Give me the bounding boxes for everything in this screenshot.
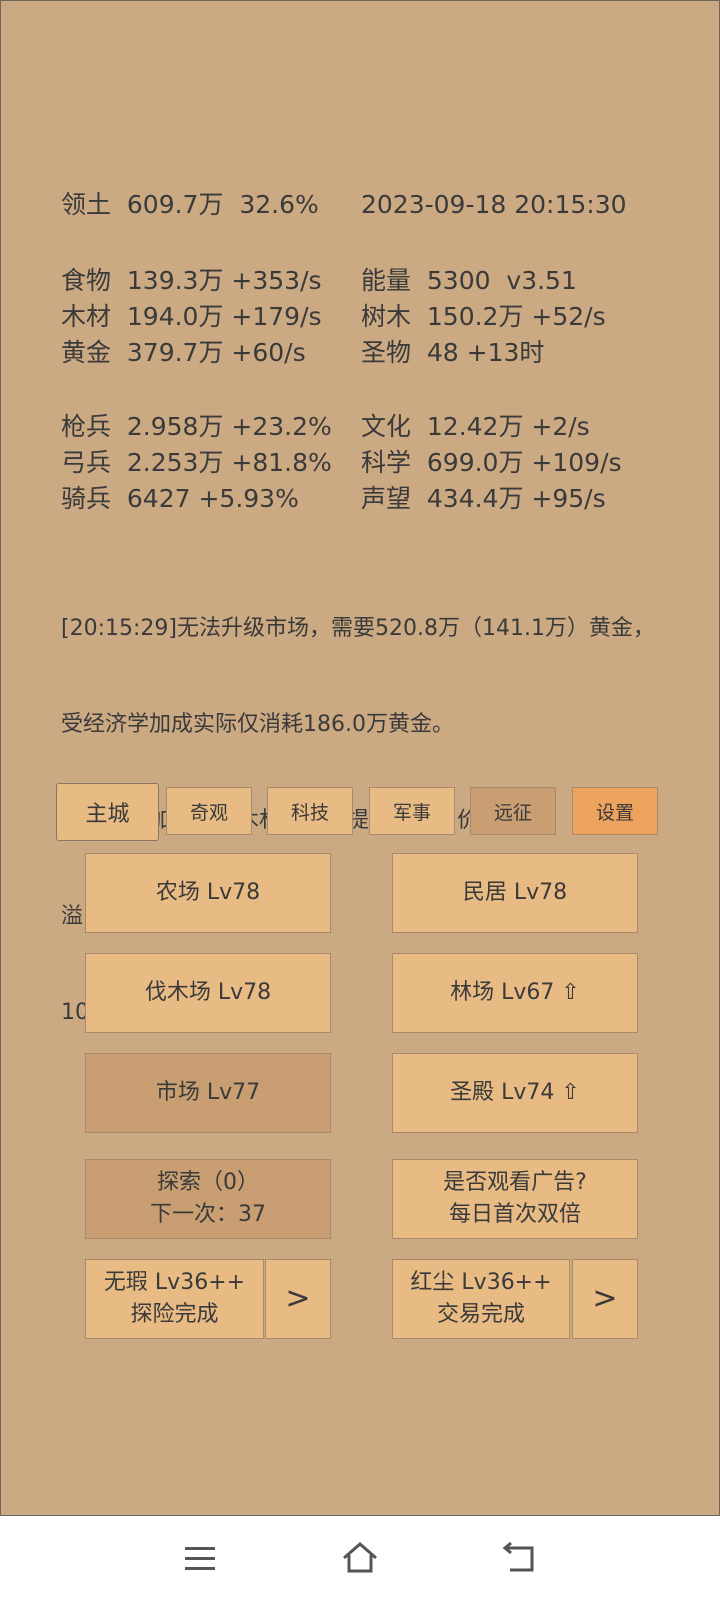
tab-tech[interactable]: 科技 [267, 787, 353, 835]
watch-ad-label: 是否观看广告? [443, 1170, 587, 1195]
tab-military[interactable]: 军事 [369, 787, 455, 835]
hero-hongchen-name: 红尘 Lv36++ [410, 1270, 552, 1295]
game-screen: 领土 609.7万 32.6% 2023-09-18 20:15:30 食物 1… [0, 0, 720, 1516]
lumber-mill-button[interactable]: 伐木场 Lv78 [85, 953, 331, 1033]
territory-stat: 领土 609.7万 32.6% [61, 190, 319, 219]
hero-wuxia-name: 无瑕 Lv36++ [103, 1270, 246, 1295]
tab-main-city[interactable]: 主城 [56, 783, 159, 841]
home-icon[interactable] [340, 1538, 380, 1578]
forest-farm-label: 林场 Lv67 ⇧ [450, 980, 580, 1005]
temple-label: 圣殿 Lv74 ⇧ [450, 1080, 580, 1105]
culture-stat: 文化 12.42万 +2/s [361, 412, 590, 441]
farm-button[interactable]: 农场 Lv78 [85, 853, 331, 933]
relics-stat: 圣物 48 +13时 [361, 338, 545, 367]
energy-stat: 能量 5300 v3.51 [361, 266, 577, 295]
tab-wonders[interactable]: 奇观 [166, 787, 252, 835]
tab-settings[interactable]: 设置 [572, 787, 658, 835]
spearmen-stat: 枪兵 2.958万 +23.2% [61, 412, 332, 441]
hero-hongchen-button[interactable]: 红尘 Lv36++ 交易完成 [392, 1259, 570, 1339]
back-icon[interactable] [500, 1538, 540, 1578]
explore-button[interactable]: 探索（0） 下一次：37 [85, 1159, 331, 1239]
hero-wuxia-next-button[interactable]: > [265, 1259, 331, 1339]
menu-icon[interactable] [180, 1538, 220, 1578]
prestige-stat: 声望 434.4万 +95/s [361, 484, 606, 513]
lumber-mill-label: 伐木场 Lv78 [144, 980, 272, 1005]
tab-expedition[interactable]: 远征 [470, 787, 556, 835]
log-line: [20:15:29]无法升级市场，需要520.8万（141.1万）黄金， [61, 616, 655, 641]
datetime: 2023-09-18 20:15:30 [361, 190, 627, 219]
house-label: 民居 Lv78 [462, 880, 568, 905]
forest-farm-button[interactable]: 林场 Lv67 ⇧ [392, 953, 638, 1033]
farm-label: 农场 Lv78 [155, 880, 261, 905]
wood-stat: 木材 194.0万 +179/s [61, 302, 322, 331]
market-label: 市场 Lv77 [155, 1080, 261, 1105]
science-stat: 科学 699.0万 +109/s [361, 448, 622, 477]
house-button[interactable]: 民居 Lv78 [392, 853, 638, 933]
archers-stat: 弓兵 2.253万 +81.8% [61, 448, 332, 477]
chevron-right-icon: > [285, 1281, 311, 1316]
gold-stat: 黄金 379.7万 +60/s [61, 338, 306, 367]
chevron-right-icon: > [592, 1281, 618, 1316]
cavalry-stat: 骑兵 6427 +5.93% [61, 484, 299, 513]
system-nav-bar [0, 1516, 720, 1600]
hero-hongchen-status: 交易完成 [436, 1302, 525, 1327]
hero-wuxia-status: 探险完成 [130, 1302, 219, 1327]
hero-hongchen-next-button[interactable]: > [572, 1259, 638, 1339]
temple-button[interactable]: 圣殿 Lv74 ⇧ [392, 1053, 638, 1133]
explore-next-label: 下一次：37 [150, 1202, 266, 1227]
food-stat: 食物 139.3万 +353/s [61, 266, 322, 295]
watch-ad-button[interactable]: 是否观看广告? 每日首次双倍 [392, 1159, 638, 1239]
market-button[interactable]: 市场 Lv77 [85, 1053, 331, 1133]
hero-wuxia-button[interactable]: 无瑕 Lv36++ 探险完成 [85, 1259, 264, 1339]
log-line: 受经济学加成实际仅消耗186.0万黄金。 [61, 712, 454, 737]
explore-label: 探索（0） [157, 1170, 259, 1195]
trees-stat: 树木 150.2万 +52/s [361, 302, 606, 331]
watch-ad-sub-label: 每日首次双倍 [448, 1202, 581, 1227]
